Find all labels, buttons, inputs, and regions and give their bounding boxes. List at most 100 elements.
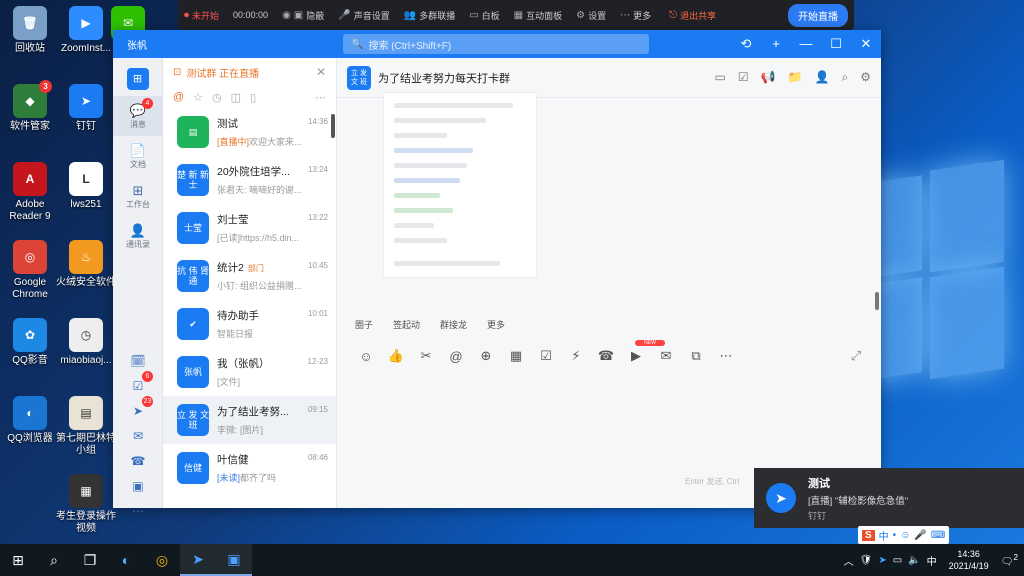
unread-filter-icon[interactable]: ◫: [231, 91, 241, 104]
nav-shortcut[interactable]: ⋯: [113, 498, 163, 523]
start-button[interactable]: ⊞: [0, 544, 36, 576]
conversation-scrollbar[interactable]: [331, 114, 335, 138]
clock[interactable]: 14:36 2021/4/19: [949, 548, 989, 572]
maximize-button[interactable]: ☐: [821, 36, 851, 52]
qq-browser-taskbar-icon[interactable]: ◐: [108, 544, 144, 576]
desktop-shortcut[interactable]: ♨ 火绒安全软件: [56, 240, 116, 314]
dingtalk-tray-icon[interactable]: ➤: [878, 555, 886, 566]
nav-item[interactable]: ⊞ 工作台: [113, 176, 163, 216]
desktop-shortcut[interactable]: ▶ ZoomInst...: [56, 6, 116, 80]
dingtalk-taskbar-icon[interactable]: ➤: [180, 544, 216, 576]
workspace-switch-icon[interactable]: ⊞: [126, 68, 149, 90]
ding-icon[interactable]: ⚡: [561, 348, 591, 364]
expand-icon[interactable]: ⤢: [841, 348, 871, 364]
ime-mode[interactable]: 中: [879, 528, 889, 543]
meeting-item-whiteboard[interactable]: ▭ 白板: [469, 9, 499, 22]
file-filter-icon[interactable]: ▯: [250, 91, 256, 104]
desktop-shortcut[interactable]: ◷ miaobiaoj...: [56, 318, 116, 392]
apps-icon[interactable]: ⧉: [681, 348, 711, 364]
stop-share-button[interactable]: ⎋ 退出共享: [669, 9, 716, 22]
quick-action[interactable]: 群接龙: [440, 318, 467, 331]
folder-icon[interactable]: 📁: [788, 70, 803, 85]
quick-action[interactable]: 圈子: [355, 318, 373, 331]
search-history-icon[interactable]: ⌕: [842, 70, 849, 85]
search-input[interactable]: 🔍 搜索 (Ctrl+Shift+F): [343, 34, 649, 54]
todo-icon[interactable]: ☑: [738, 70, 749, 85]
clock-filter-icon[interactable]: ◷: [212, 91, 222, 104]
scissors-icon[interactable]: ✂: [411, 348, 441, 364]
close-button[interactable]: ✕: [851, 36, 881, 52]
notification-center-icon[interactable]: 🗨2: [1001, 552, 1018, 567]
emoji-icon[interactable]: ☺: [351, 349, 381, 364]
conversation-item[interactable]: 楚 新 新 士 20外院住培学... 张君天: 嘀嘀好的谢... 13:24: [163, 156, 336, 204]
conversation-item[interactable]: 立 发 文 班为了结业考努... 李微: [图片] 09:15: [163, 396, 336, 444]
meeting-item-settings[interactable]: ⚙ 设置: [576, 9, 606, 22]
live-banner[interactable]: ⊡ 测试群 正在直播 ✕: [163, 58, 336, 86]
nav-shortcut[interactable]: ➤ 23: [113, 396, 163, 423]
task-view-icon[interactable]: ❐: [72, 544, 108, 576]
image-message[interactable]: [383, 92, 537, 278]
star-filter-icon[interactable]: ☆: [193, 91, 203, 104]
video-live-icon[interactable]: ▶ NEW: [621, 340, 665, 364]
more-icon[interactable]: ⋯: [711, 348, 741, 364]
nav-shortcut[interactable]: ✉: [113, 423, 163, 448]
notification-toast[interactable]: ➤ 测试 [直播] "辅检影像危急值" 钉钉: [754, 468, 1024, 528]
network-tray-icon[interactable]: ▭: [893, 555, 902, 566]
conversation-item[interactable]: ✔ 待办助手 智能日报 10:01: [163, 300, 336, 348]
minimize-button[interactable]: —: [791, 36, 821, 52]
add-icon[interactable]: +: [761, 36, 791, 52]
keyboard-icon[interactable]: ⌨: [931, 530, 945, 541]
mail-icon[interactable]: ✉: [651, 348, 681, 364]
phone-icon[interactable]: ☎: [591, 348, 621, 364]
sogou-icon[interactable]: S: [862, 529, 875, 541]
desktop-shortcut[interactable]: ◎ Google Chrome: [0, 240, 60, 314]
nav-shortcut[interactable]: ☑ 6: [113, 371, 163, 398]
live-icon[interactable]: ▭: [715, 70, 726, 85]
nav-item[interactable]: 💬 消息 4: [113, 96, 163, 136]
conversation-item[interactable]: 士莹 刘士莹 [已读]https://h5.din... 13:22: [163, 204, 336, 252]
more-icon[interactable]: ⋯: [315, 91, 326, 104]
nav-item[interactable]: 📄 文档: [113, 136, 163, 176]
desktop-shortcut[interactable]: ➤ 钉钉: [56, 84, 116, 158]
settings-icon[interactable]: ⚙: [860, 70, 871, 85]
nav-shortcut[interactable]: ▣: [113, 473, 163, 498]
desktop-shortcut[interactable]: Llws251: [56, 162, 116, 236]
meeting-item-multicast[interactable]: 👥 多群联播: [404, 9, 455, 22]
nav-shortcut[interactable]: ☎: [113, 448, 163, 473]
security-tray-icon[interactable]: 🛡: [860, 555, 873, 566]
chrome-taskbar-icon[interactable]: ◎: [144, 544, 180, 576]
record-status[interactable]: ⏺ 未开始: [184, 9, 219, 22]
meeting-item-sound[interactable]: 🎤 声音设置: [338, 9, 389, 22]
quick-action[interactable]: 签起动: [393, 318, 420, 331]
desktop-shortcut[interactable]: ✿ QQ影音: [0, 318, 60, 392]
desktop-shortcut[interactable]: ◐ QQ浏览器: [0, 396, 60, 470]
conversation-item[interactable]: 张帆 我（张帆） [文件] 12-23: [163, 348, 336, 396]
punct-icon[interactable]: •: [893, 530, 897, 541]
thumbs-up-icon[interactable]: 👍: [381, 348, 411, 364]
meeting-taskbar-icon[interactable]: ▣: [216, 544, 252, 576]
mic-icon[interactable]: 🎤: [914, 530, 926, 541]
chat-scrollbar[interactable]: [875, 292, 879, 310]
emoji-icon[interactable]: ☺: [900, 530, 910, 541]
group-avatar[interactable]: 立 发 文 班: [347, 65, 371, 90]
desktop-shortcut[interactable]: A Adobe Reader 9: [0, 162, 60, 236]
start-live-button[interactable]: 开始直播: [788, 3, 848, 27]
meeting-item-panel[interactable]: ▦ 互动面板: [514, 9, 562, 22]
quick-action[interactable]: 更多: [487, 318, 505, 331]
conversation-item[interactable]: 信健 叶信健 [未读]都齐了吗 08:46: [163, 444, 336, 492]
calendar-icon[interactable]: ▦: [501, 348, 531, 364]
add-file-icon[interactable]: ⊕: [471, 348, 501, 364]
add-member-icon[interactable]: 👤: [815, 70, 830, 85]
nav-item[interactable]: 👤 通讯录: [113, 216, 163, 256]
current-user[interactable]: 张帆: [113, 37, 163, 52]
mention-filter-icon[interactable]: @: [173, 91, 184, 103]
conversation-item[interactable]: ▤ 测试 [直播中]欢迎大家来... 14:36: [163, 108, 336, 156]
tray-expand-icon[interactable]: ︿: [844, 553, 854, 568]
nav-shortcut[interactable]: 🗓: [113, 348, 163, 373]
group-name[interactable]: 为了结业考努力每天打卡群: [378, 70, 510, 86]
volume-icon[interactable]: 🔈: [908, 555, 920, 566]
desktop-shortcut[interactable]: 🗑 回收站: [0, 6, 60, 80]
todo-icon[interactable]: ☑: [531, 348, 561, 364]
search-icon[interactable]: ⌕: [36, 544, 72, 576]
history-icon[interactable]: ⟲: [731, 36, 761, 52]
